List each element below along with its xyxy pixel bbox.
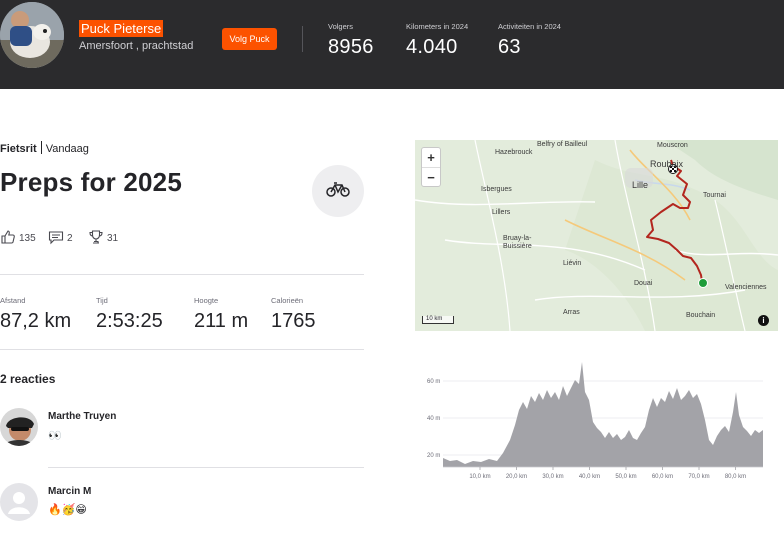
map-town-label: Bruay-la-Buissière bbox=[503, 235, 532, 250]
map-town-label: Lille bbox=[632, 180, 649, 190]
stat-followers: Volgers 8956 bbox=[328, 22, 374, 59]
stat-label: Kilometers in 2024 bbox=[406, 22, 469, 31]
metric-elevation: Hoogte 211 m bbox=[194, 296, 248, 333]
athlete-name[interactable]: Puck Pieterse bbox=[79, 20, 164, 37]
kudos-button[interactable]: 135 bbox=[0, 229, 36, 248]
map-town-label: Liévin bbox=[563, 260, 582, 267]
achievements-button[interactable]: 31 bbox=[88, 229, 118, 248]
stat-activities: Activiteiten in 2024 63 bbox=[498, 22, 561, 59]
elevation-x-tick: 60,0 km bbox=[652, 474, 673, 480]
zoom-controls: + − bbox=[421, 147, 441, 187]
activity-type-date: Fietsrit Vandaag bbox=[0, 141, 89, 155]
follow-button[interactable]: Volg Puck bbox=[222, 28, 277, 50]
map-town-label: Hazebrouck bbox=[495, 149, 533, 156]
elevation-x-tick: 40,0 km bbox=[579, 474, 600, 480]
stat-label: Volgers bbox=[328, 22, 354, 31]
metric-calories: Calorieën 1765 bbox=[271, 296, 316, 333]
stat-value: 4.040 bbox=[406, 36, 458, 58]
map-town-label: Roubaix bbox=[650, 159, 684, 169]
comments-title: 2 reacties bbox=[0, 372, 56, 386]
bike-icon bbox=[326, 181, 350, 202]
stat-value: 8956 bbox=[328, 36, 374, 58]
header-divider bbox=[302, 26, 303, 52]
commenter-avatar-placeholder[interactable] bbox=[0, 483, 38, 521]
metric-label: Tijd bbox=[96, 296, 108, 305]
elevation-profile[interactable]: 60 m 40 m 20 m 10,0 km 20,0 km 30,0 km 40,0 k… bbox=[415, 360, 778, 485]
stat-value: 63 bbox=[498, 36, 521, 58]
divider bbox=[0, 349, 364, 350]
stat-kilometers: Kilometers in 2024 4.040 bbox=[406, 22, 468, 59]
comment-text: 👀 bbox=[48, 430, 62, 442]
metric-distance: Afstand 87,2 km bbox=[0, 296, 71, 333]
metric-value: 211 m bbox=[194, 310, 249, 332]
comments-count: 2 bbox=[67, 233, 73, 244]
elevation-y-tick: 20 m bbox=[427, 453, 440, 459]
map-town-label: Tournai bbox=[703, 192, 726, 199]
athlete-avatar[interactable] bbox=[0, 2, 64, 68]
comments-button[interactable]: 2 bbox=[48, 229, 73, 248]
commenter-avatar[interactable] bbox=[0, 408, 38, 446]
metric-value: 87,2 km bbox=[0, 310, 72, 332]
activity-type: Fietsrit bbox=[0, 143, 37, 155]
metric-value: 2:53:25 bbox=[96, 310, 163, 332]
elevation-x-tick: 70,0 km bbox=[688, 474, 709, 480]
metric-label: Afstand bbox=[0, 296, 26, 305]
map-town-label: Douai bbox=[634, 280, 653, 287]
achievements-count: 31 bbox=[107, 233, 119, 244]
divider bbox=[48, 467, 364, 468]
elevation-x-tick: 80,0 km bbox=[725, 474, 746, 480]
elevation-x-tick: 50,0 km bbox=[615, 474, 636, 480]
comment-icon bbox=[48, 229, 67, 248]
zoom-in-button[interactable]: + bbox=[422, 148, 440, 167]
info-icon[interactable]: i bbox=[758, 315, 769, 326]
map-town-label: Bouchain bbox=[686, 312, 716, 319]
kudos-count: 135 bbox=[19, 233, 36, 244]
comment-author[interactable]: Marthe Truyen bbox=[48, 411, 116, 422]
athlete-location: Amersfoort , prachtstad bbox=[79, 40, 194, 52]
stat-label: Activiteiten in 2024 bbox=[498, 22, 561, 31]
metric-time: Tijd 2:53:25 bbox=[96, 296, 163, 333]
route-map[interactable]: Mouscron Hazebrouck Belfry of Bailleul R… bbox=[415, 140, 778, 331]
elevation-x-tick: 30,0 km bbox=[542, 474, 563, 480]
map-town-label: Belfry of Bailleul bbox=[537, 141, 588, 148]
zoom-out-button[interactable]: − bbox=[422, 167, 440, 186]
elevation-x-tick: 20,0 km bbox=[506, 474, 527, 480]
elevation-y-tick: 40 m bbox=[427, 416, 440, 422]
map-town-label: Arras bbox=[563, 309, 580, 316]
metric-label: Calorieën bbox=[271, 296, 304, 305]
separator bbox=[40, 141, 42, 154]
metric-value: 1765 bbox=[271, 310, 316, 332]
activity-date: Vandaag bbox=[45, 143, 89, 155]
elevation-y-tick: 60 m bbox=[427, 379, 440, 385]
elevation-x-tick: 10,0 km bbox=[469, 474, 490, 480]
sport-badge bbox=[312, 165, 364, 217]
map-town-label: Isbergues bbox=[481, 186, 512, 193]
divider bbox=[0, 274, 364, 275]
athlete-header: Puck Pieterse Amersfoort , prachtstad Vo… bbox=[0, 0, 784, 89]
comment-author[interactable]: Marcin M bbox=[48, 486, 91, 497]
map-town-label: Valenciennes bbox=[725, 284, 767, 291]
map-town-label: Mouscron bbox=[657, 142, 688, 149]
thumbs-up-icon bbox=[0, 229, 19, 248]
trophy-icon bbox=[88, 229, 107, 248]
map-town-label: Lillers bbox=[492, 209, 511, 216]
metric-label: Hoogte bbox=[194, 296, 219, 305]
activity-title: Preps for 2025 bbox=[0, 167, 183, 197]
map-scale: 10 km bbox=[422, 316, 454, 324]
comment-text: 🔥🥳😁 bbox=[48, 504, 87, 516]
